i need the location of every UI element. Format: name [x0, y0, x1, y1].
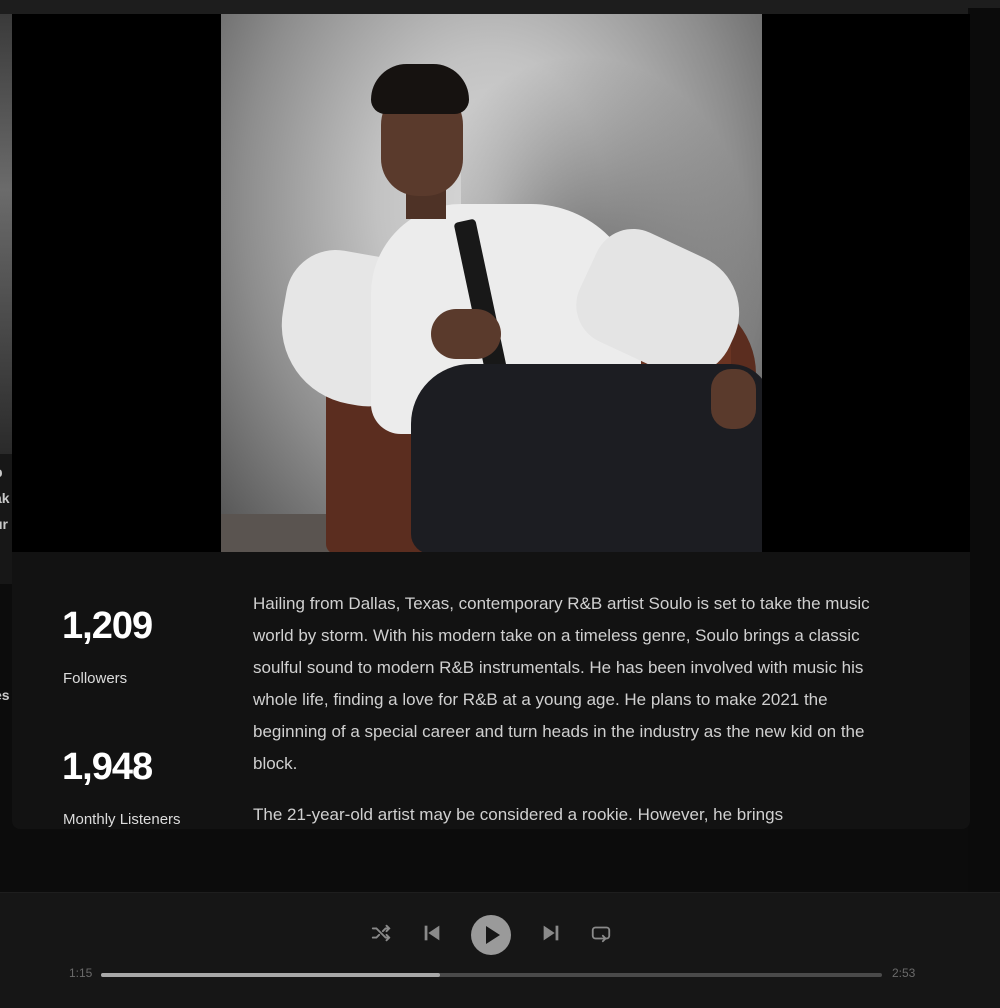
shuffle-icon[interactable] — [369, 922, 393, 946]
duration-time: 2:53 — [892, 966, 916, 980]
repeat-icon[interactable] — [589, 922, 613, 946]
play-button[interactable] — [471, 915, 511, 955]
artist-hero — [12, 14, 970, 552]
artist-photo — [221, 14, 762, 552]
artist-bio: Hailing from Dallas, Texas, contemporary… — [253, 588, 903, 829]
elapsed-time: 1:15 — [69, 966, 93, 980]
background-text: ak — [0, 490, 10, 506]
monthly-listeners-count: 1,948 — [62, 746, 153, 788]
background-text: p — [0, 464, 3, 480]
followers-label: Followers — [63, 670, 128, 687]
bio-paragraph: The 21-year-old artist may be considered… — [253, 805, 784, 824]
skip-forward-icon[interactable] — [539, 922, 563, 946]
background-photo — [0, 14, 12, 454]
progress-fill — [101, 973, 440, 977]
background-top-bar — [0, 0, 1000, 14]
monthly-listeners-label: Monthly Listeners — [63, 811, 181, 828]
progress-bar[interactable] — [101, 973, 882, 977]
skip-back-icon[interactable] — [420, 922, 444, 946]
background-right-panel — [968, 8, 1000, 893]
background-text: ur — [0, 516, 8, 532]
artist-about-modal: 1,209 Followers 1,948 Monthly Listeners … — [12, 14, 970, 829]
play-icon — [486, 926, 500, 944]
bio-paragraph: Hailing from Dallas, Texas, contemporary… — [253, 594, 870, 773]
followers-count: 1,209 — [62, 605, 153, 647]
background-text: es — [0, 687, 10, 703]
hero-black-area — [762, 14, 970, 552]
player-bar: 1:15 2:53 — [0, 892, 1000, 1008]
